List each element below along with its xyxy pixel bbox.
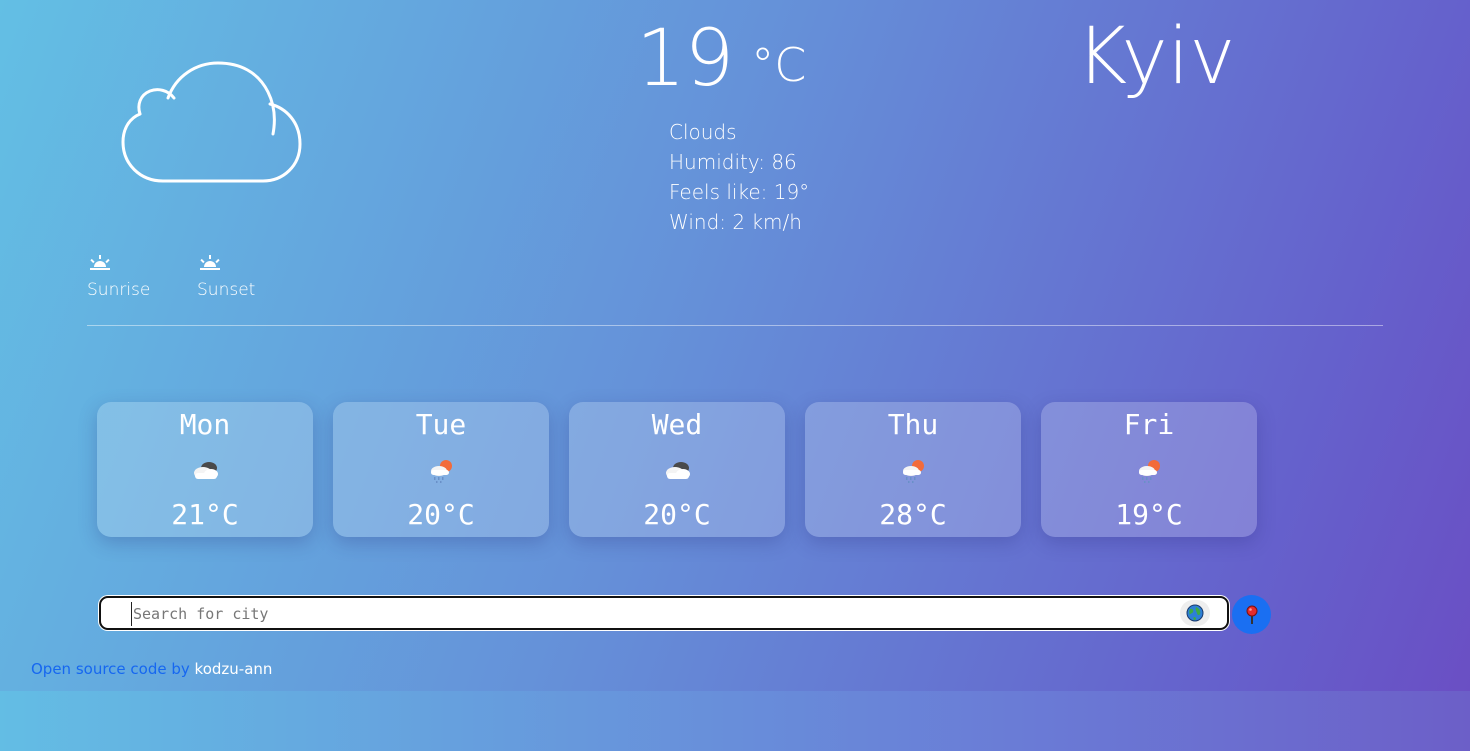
forecast-card-wed: Wed 20°C (569, 402, 785, 537)
city-name: Kyiv (1076, 12, 1236, 102)
sun-cloud-rain-icon (431, 460, 452, 483)
forecast-card-thu: Thu 28°C (805, 402, 1021, 537)
forecast-card-tue: Tue 20°C (333, 402, 549, 537)
author-name[interactable]: kodzu-ann (195, 660, 273, 678)
forecast-card-fri: Fri 19°C (1041, 402, 1257, 537)
forecast-day: Tue (415, 408, 467, 441)
globe-button[interactable] (1180, 600, 1210, 626)
forecast-list: Mon 21°C Tue 20°C Wed 20°C Thu 28°C Fri … (97, 402, 1257, 537)
temperature-value: 19 (636, 14, 734, 104)
globe-icon (1186, 604, 1204, 622)
sun-cloud-rain-icon (1139, 460, 1160, 483)
forecast-temp: 19°C (1115, 498, 1183, 531)
forecast-temp: 20°C (643, 498, 711, 531)
footer: Open source code by kodzu-ann (31, 659, 272, 679)
feels-like-text: Feels like: 19° (669, 180, 810, 204)
sunrise-label: Sunrise (87, 280, 151, 300)
condition-text: Clouds (669, 120, 737, 144)
location-button[interactable] (1232, 595, 1271, 634)
forecast-card-mon: Mon 21°C (97, 402, 313, 537)
sunrise-item: Sunrise (87, 254, 150, 300)
humidity-text: Humidity: 86 (669, 150, 797, 174)
search-bar (99, 596, 1229, 630)
sun-cloud-rain-icon (903, 460, 924, 483)
cloudy-icon (666, 462, 690, 479)
forecast-day: Thu (887, 408, 939, 441)
sunrise-icon (90, 255, 110, 270)
search-input[interactable] (131, 602, 1165, 626)
pushpin-icon (1246, 605, 1257, 624)
forecast-temp: 21°C (171, 498, 239, 531)
forecast-day: Wed (651, 408, 703, 441)
weather-details: Clouds Humidity: 86 Feels like: 19° Wind… (669, 117, 809, 237)
sunset-icon (200, 255, 220, 270)
forecast-temp: 20°C (407, 498, 475, 531)
source-code-link[interactable]: Open source code by (31, 660, 190, 678)
temperature-unit: °C (751, 38, 807, 92)
cloud-outline-icon (121, 61, 302, 183)
divider (87, 325, 1383, 326)
forecast-temp: 28°C (879, 498, 947, 531)
forecast-day: Mon (179, 408, 231, 441)
forecast-day: Fri (1123, 408, 1175, 441)
weather-app: 19 °C Kyiv Clouds Humidity: 86 Feels like… (0, 0, 1470, 691)
sunset-item: Sunset (197, 254, 255, 300)
wind-text: Wind: 2 km/h (669, 210, 802, 234)
cloudy-icon (194, 462, 218, 479)
current-temperature: 19 °C (636, 14, 806, 104)
sunset-label: Sunset (197, 280, 256, 300)
